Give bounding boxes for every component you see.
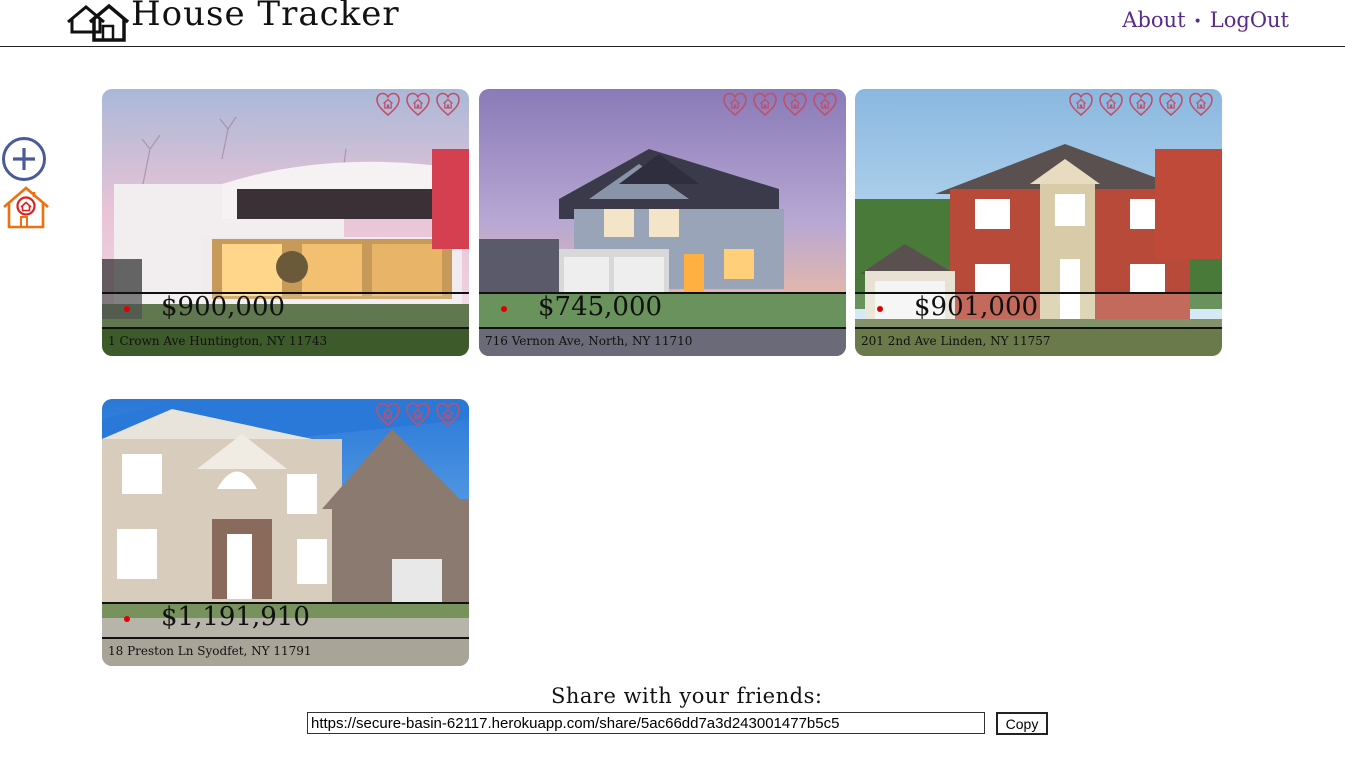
- heart-house-icon[interactable]: [722, 91, 748, 117]
- house-icon[interactable]: [1, 184, 51, 230]
- listing-address: 201 2nd Ave Linden, NY 11757: [861, 334, 1051, 348]
- nav-about-link[interactable]: About: [1122, 8, 1185, 32]
- app-title[interactable]: House Tracker: [131, 0, 400, 34]
- price-bar: $745,000: [479, 292, 846, 329]
- heart-house-icon[interactable]: [405, 91, 431, 117]
- heart-house-icon[interactable]: [1128, 91, 1154, 117]
- price-bar: $1,191,910: [102, 602, 469, 639]
- listing-address: 716 Vernon Ave, North, NY 11710: [485, 334, 693, 348]
- heart-house-icon[interactable]: [435, 401, 461, 427]
- listing-card[interactable]: $900,000 1 Crown Ave Huntington, NY 1174…: [102, 89, 469, 356]
- heart-house-icon[interactable]: [405, 401, 431, 427]
- status-dot: [877, 306, 883, 312]
- heart-house-icon[interactable]: [375, 401, 401, 427]
- listing-card[interactable]: $901,000 201 2nd Ave Linden, NY 11757: [855, 89, 1222, 356]
- share-url-field[interactable]: [307, 712, 985, 734]
- heart-house-icon[interactable]: [782, 91, 808, 117]
- heart-house-icon[interactable]: [1098, 91, 1124, 117]
- listing-price: $900,000: [161, 292, 286, 322]
- heart-house-icon[interactable]: [752, 91, 778, 117]
- nav-separator: •: [1193, 13, 1202, 30]
- listing-address: 1 Crown Ave Huntington, NY 11743: [108, 334, 328, 348]
- heart-house-icon[interactable]: [812, 91, 838, 117]
- houses-logo-icon[interactable]: [66, 2, 130, 42]
- heart-house-icon[interactable]: [1188, 91, 1214, 117]
- top-nav-bar: House Tracker About • LogOut: [0, 0, 1345, 47]
- heart-house-icon[interactable]: [435, 91, 461, 117]
- share-heading: Share with your friends:: [551, 684, 823, 708]
- copy-button[interactable]: Copy: [996, 712, 1048, 735]
- listing-address: 18 Preston Ln Syodfet, NY 11791: [108, 644, 312, 658]
- listing-price: $1,191,910: [161, 602, 310, 632]
- status-dot: [124, 306, 130, 312]
- nav-links: About • LogOut: [1122, 8, 1289, 32]
- rating-hearts: [722, 91, 838, 117]
- listing-card[interactable]: $1,191,910 18 Preston Ln Syodfet, NY 117…: [102, 399, 469, 666]
- listing-price: $901,000: [914, 292, 1039, 322]
- nav-logout-link[interactable]: LogOut: [1210, 8, 1289, 32]
- rating-hearts: [1068, 91, 1214, 117]
- status-dot: [501, 306, 507, 312]
- status-dot: [124, 616, 130, 622]
- rating-hearts: [375, 401, 461, 427]
- plus-circle-icon[interactable]: [1, 136, 47, 182]
- price-bar: $900,000: [102, 292, 469, 329]
- heart-house-icon[interactable]: [1068, 91, 1094, 117]
- listing-price: $745,000: [538, 292, 663, 322]
- listing-card[interactable]: $745,000 716 Vernon Ave, North, NY 11710: [479, 89, 846, 356]
- price-bar: $901,000: [855, 292, 1222, 329]
- heart-house-icon[interactable]: [1158, 91, 1184, 117]
- heart-house-icon[interactable]: [375, 91, 401, 117]
- rating-hearts: [375, 91, 461, 117]
